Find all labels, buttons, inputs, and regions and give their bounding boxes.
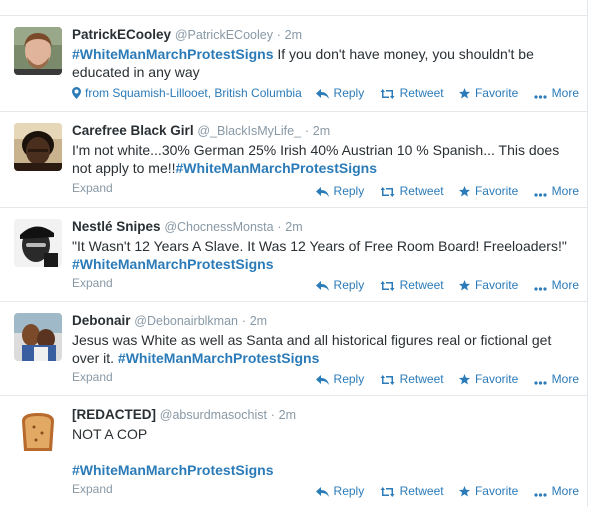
favorite-button[interactable]: Favorite <box>458 184 518 198</box>
retweet-button[interactable]: Retweet <box>380 372 444 386</box>
tweet-author-handle[interactable]: @_BlackIsMyLife_ <box>197 124 301 138</box>
tweet-location[interactable]: from Squamish-Lillooet, British Columbia <box>72 86 307 100</box>
star-icon <box>458 486 470 497</box>
tweet-timestamp[interactable]: 2m <box>285 220 302 234</box>
expand-link[interactable]: Expand <box>72 370 113 384</box>
location-text[interactable]: from Squamish-Lillooet, British Columbia <box>85 86 302 100</box>
reply-icon <box>315 187 329 197</box>
tweet-item[interactable]: Carefree Black Girl @_BlackIsMyLife_ · 2… <box>0 112 587 208</box>
more-dots-icon <box>534 493 547 497</box>
tweet-author-handle[interactable]: @Debonairblkman <box>134 314 238 328</box>
tweet-timestamp[interactable]: 2m <box>250 314 267 328</box>
hashtag-link[interactable]: #WhiteManMarchProtestSigns <box>118 350 319 366</box>
retweet-icon <box>380 375 395 385</box>
avatar[interactable] <box>14 27 62 75</box>
retweet-icon <box>380 487 395 497</box>
favorite-button[interactable]: Favorite <box>458 86 518 100</box>
tweet-actions: Reply Retweet Favorite More <box>304 278 579 292</box>
more-button[interactable]: More <box>534 372 579 386</box>
retweet-icon <box>380 281 395 291</box>
avatar[interactable] <box>14 123 62 171</box>
separator-dot: · <box>276 28 281 42</box>
avatar[interactable] <box>14 407 62 455</box>
more-button[interactable]: More <box>534 484 579 498</box>
tweet-author-handle[interactable]: @PatrickECooley <box>175 28 273 42</box>
tweet-text: #WhiteManMarchProtestSigns If you don't … <box>72 45 572 81</box>
more-dots-icon <box>534 381 547 385</box>
tweet-author-name[interactable]: Debonair <box>72 313 131 328</box>
tweet-body: NOT A COP <box>72 426 148 442</box>
favorite-button[interactable]: Favorite <box>458 372 518 386</box>
reply-icon <box>315 487 329 497</box>
hashtag-link[interactable]: #WhiteManMarchProtestSigns <box>72 256 273 272</box>
reply-button[interactable]: Reply <box>315 484 364 498</box>
tweet-item[interactable]: PatrickECooley @PatrickECooley · 2m #Whi… <box>0 16 587 112</box>
separator-dot: · <box>270 408 275 422</box>
reply-button[interactable]: Reply <box>315 372 364 386</box>
more-dots-icon <box>534 287 547 291</box>
tweet-author-name[interactable]: PatrickECooley <box>72 27 171 42</box>
tweet-text: Jesus was White as well as Santa and all… <box>72 331 572 367</box>
tweet-timestamp[interactable]: 2m <box>285 28 302 42</box>
hashtag-link[interactable]: #WhiteManMarchProtestSigns <box>72 461 572 479</box>
reply-button[interactable]: Reply <box>315 86 364 100</box>
hashtag-link[interactable]: #WhiteManMarchProtestSigns <box>72 46 273 62</box>
expand-link[interactable]: Expand <box>72 482 113 496</box>
tweet-author-name[interactable]: Nestlé Snipes <box>72 219 161 234</box>
reply-icon <box>315 89 329 99</box>
more-button[interactable]: More <box>534 278 579 292</box>
tweet-item[interactable]: Debonair @Debonairblkman · 2m Jesus was … <box>0 302 587 396</box>
retweet-icon <box>380 187 395 197</box>
tweet-stream: PatrickECooley @PatrickECooley · 2m #Whi… <box>0 0 588 507</box>
retweet-button[interactable]: Retweet <box>380 278 444 292</box>
star-icon <box>458 88 470 99</box>
star-icon <box>458 280 470 291</box>
favorite-button[interactable]: Favorite <box>458 484 518 498</box>
tweet-actions: Reply Retweet Favorite More <box>304 372 579 386</box>
retweet-icon <box>380 89 395 99</box>
tweet-item[interactable]: Nestlé Snipes @ChocnessMonsta · 2m "It W… <box>0 208 587 302</box>
reply-icon <box>315 281 329 291</box>
tweet-text: I'm not white...30% German 25% Irish 40%… <box>72 141 572 177</box>
reply-button[interactable]: Reply <box>315 184 364 198</box>
star-icon <box>458 186 470 197</box>
star-icon <box>458 374 470 385</box>
more-button[interactable]: More <box>534 86 579 100</box>
hashtag-link[interactable]: #WhiteManMarchProtestSigns <box>176 160 377 176</box>
tweet-author-handle[interactable]: @absurdmasochist <box>160 408 267 422</box>
tweet-body: "It Wasn't 12 Years A Slave. It Was 12 Y… <box>72 238 567 254</box>
previous-tweet-edge <box>0 0 587 16</box>
tweet-author-handle[interactable]: @ChocnessMonsta <box>164 220 273 234</box>
expand-link[interactable]: Expand <box>72 276 113 290</box>
tweet-timestamp[interactable]: 2m <box>279 408 296 422</box>
more-dots-icon <box>534 193 547 197</box>
avatar[interactable] <box>14 219 62 267</box>
avatar[interactable] <box>14 313 62 361</box>
separator-dot: · <box>277 220 282 234</box>
tweet-actions: Reply Retweet Favorite More <box>304 86 579 100</box>
tweet-actions: Reply Retweet Favorite More <box>304 484 579 498</box>
retweet-button[interactable]: Retweet <box>380 484 444 498</box>
retweet-button[interactable]: Retweet <box>380 86 444 100</box>
separator-dot: · <box>241 314 246 328</box>
tweet-author-name[interactable]: [REDACTED] <box>72 407 156 422</box>
reply-icon <box>315 375 329 385</box>
separator-dot: · <box>304 124 309 138</box>
tweet-timestamp[interactable]: 2m <box>313 124 330 138</box>
more-dots-icon <box>534 95 547 99</box>
reply-button[interactable]: Reply <box>315 278 364 292</box>
favorite-button[interactable]: Favorite <box>458 278 518 292</box>
retweet-button[interactable]: Retweet <box>380 184 444 198</box>
tweet-author-name[interactable]: Carefree Black Girl <box>72 123 194 138</box>
tweet-text: "It Wasn't 12 Years A Slave. It Was 12 Y… <box>72 237 572 273</box>
tweet-text: NOT A COP #WhiteManMarchProtestSigns <box>72 425 572 479</box>
more-button[interactable]: More <box>534 184 579 198</box>
location-pin-icon <box>72 87 81 99</box>
tweet-item[interactable]: [REDACTED] @absurdmasochist · 2m NOT A C… <box>0 396 587 507</box>
tweet-actions: Reply Retweet Favorite More <box>304 184 579 198</box>
expand-link[interactable]: Expand <box>72 181 113 195</box>
